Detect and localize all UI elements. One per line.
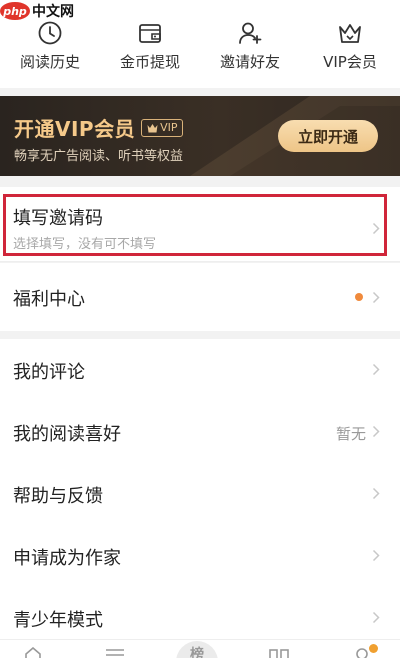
notification-dot xyxy=(369,644,378,653)
vip-title-row: 开通VIP会员 VIP xyxy=(14,113,184,142)
my-comments-row[interactable]: 我的评论 xyxy=(0,339,400,401)
watermark: php 中文网 xyxy=(0,0,74,22)
help-feedback-row[interactable]: 帮助与反馈 xyxy=(0,463,400,525)
reading-preferences-value: 暂无 xyxy=(335,425,366,443)
chevron-right-icon xyxy=(372,291,380,304)
bookshelf-icon xyxy=(106,649,124,656)
watermark-text: 中文网 xyxy=(32,4,74,20)
become-author-label: 申请成为作家 xyxy=(13,548,121,569)
reading-history-label: 阅读历史 xyxy=(19,53,80,71)
invite-friends-label: 邀请好友 xyxy=(219,53,280,71)
notification-dot xyxy=(355,293,363,301)
home-icon xyxy=(25,646,41,658)
invite-code-row[interactable]: 填写邀请码 选择填写，没有可不填写 xyxy=(0,187,400,262)
chevron-right-icon xyxy=(372,611,380,624)
reading-preferences-row[interactable]: 我的阅读喜好 暂无 xyxy=(0,401,400,463)
crown-icon xyxy=(147,123,158,132)
add-user-icon xyxy=(239,22,262,44)
vip-subtitle: 畅享无广告阅读、听书等权益 xyxy=(14,149,184,164)
vip-title: 开通VIP会员 xyxy=(14,117,136,141)
help-feedback-label: 帮助与反馈 xyxy=(13,486,103,507)
chevron-right-icon xyxy=(372,222,380,235)
watermark-logo: php xyxy=(0,2,30,20)
bottom-tab-bar: 榜 xyxy=(0,639,400,658)
wallet-icon xyxy=(139,24,161,43)
bookshelf-tab[interactable] xyxy=(104,646,126,658)
invite-code-title: 填写邀请码 xyxy=(13,208,103,229)
my-comments-label: 我的评论 xyxy=(13,362,85,383)
vip-member-button[interactable]: VIP会员 xyxy=(300,0,400,88)
invite-code-subtitle: 选择填写，没有可不填写 xyxy=(13,237,157,252)
welfare-center-row[interactable]: 福利中心 xyxy=(0,263,400,331)
coin-withdraw-button[interactable]: 金币提现 xyxy=(100,0,200,88)
vip-banner[interactable]: 开通VIP会员 VIP 畅享无广告阅读、听书等权益 立即开通 xyxy=(0,96,400,176)
invite-friends-button[interactable]: 邀请好友 xyxy=(200,0,300,88)
become-author-row[interactable]: 申请成为作家 xyxy=(0,525,400,587)
vip-member-label: VIP会员 xyxy=(323,53,377,71)
category-icon xyxy=(269,649,289,658)
vip-badge-label: VIP xyxy=(160,121,178,134)
coin-withdraw-label: 金币提现 xyxy=(119,53,180,71)
vip-badge: VIP xyxy=(141,118,184,137)
welfare-center-label: 福利中心 xyxy=(13,289,85,310)
open-vip-button[interactable]: 立即开通 xyxy=(278,120,378,152)
clock-icon xyxy=(38,21,62,45)
crown-icon xyxy=(339,24,361,43)
reading-preferences-label: 我的阅读喜好 xyxy=(13,424,121,445)
home-tab[interactable] xyxy=(24,646,42,658)
chevron-right-icon xyxy=(372,549,380,562)
category-tab[interactable] xyxy=(268,646,290,658)
menu-list: 我的评论 我的阅读喜好 暂无 帮助与反馈 申请成为作家 青少年模式 xyxy=(0,339,400,639)
chevron-right-icon xyxy=(372,425,380,438)
chevron-right-icon xyxy=(372,363,380,376)
youth-mode-label: 青少年模式 xyxy=(13,610,103,631)
ranking-tab[interactable]: 榜 xyxy=(176,641,218,658)
chevron-right-icon xyxy=(372,487,380,500)
